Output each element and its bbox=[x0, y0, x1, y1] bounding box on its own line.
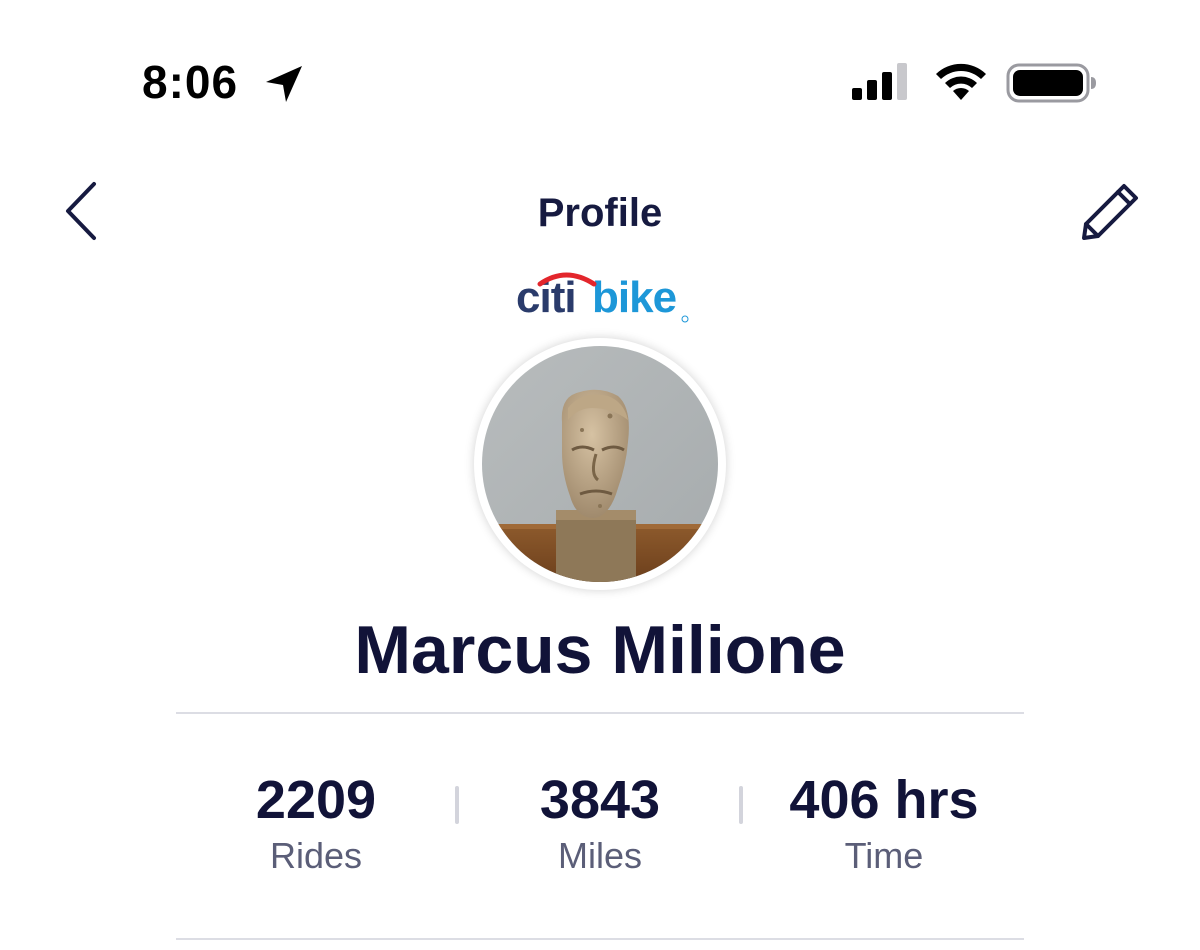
status-time: 8:06 bbox=[142, 56, 239, 108]
stat-rides-label: Rides bbox=[269, 835, 363, 876]
user-name: Marcus Milione bbox=[354, 612, 846, 688]
profile-screen: 8:06 Profile citi bike Marcus Milione 22… bbox=[0, 0, 1200, 950]
edit-pencil-button[interactable] bbox=[1076, 178, 1146, 244]
avatar-photo bbox=[482, 346, 718, 582]
divider bbox=[176, 938, 1024, 940]
logo-arc-icon bbox=[537, 272, 689, 323]
cellular-signal-icon bbox=[852, 63, 907, 100]
battery-icon bbox=[1006, 63, 1096, 103]
stat-time-value: 406 hrs bbox=[789, 770, 979, 830]
divider bbox=[176, 712, 1024, 714]
stat-time: 406 hrs Time bbox=[734, 768, 1034, 878]
stat-rides: 2209 Rides bbox=[166, 768, 466, 878]
wifi-icon bbox=[936, 63, 986, 100]
citibike-logo: citi bike bbox=[510, 268, 690, 324]
stat-rides-value: 2209 bbox=[255, 770, 377, 830]
stat-miles-value: 3843 bbox=[539, 770, 661, 830]
stat-time-label: Time bbox=[844, 835, 924, 876]
location-arrow-icon bbox=[266, 66, 302, 102]
stat-miles: 3843 Miles bbox=[450, 768, 750, 878]
stat-miles-label: Miles bbox=[557, 835, 642, 876]
avatar[interactable] bbox=[482, 346, 718, 582]
page-title: Profile bbox=[537, 191, 663, 235]
